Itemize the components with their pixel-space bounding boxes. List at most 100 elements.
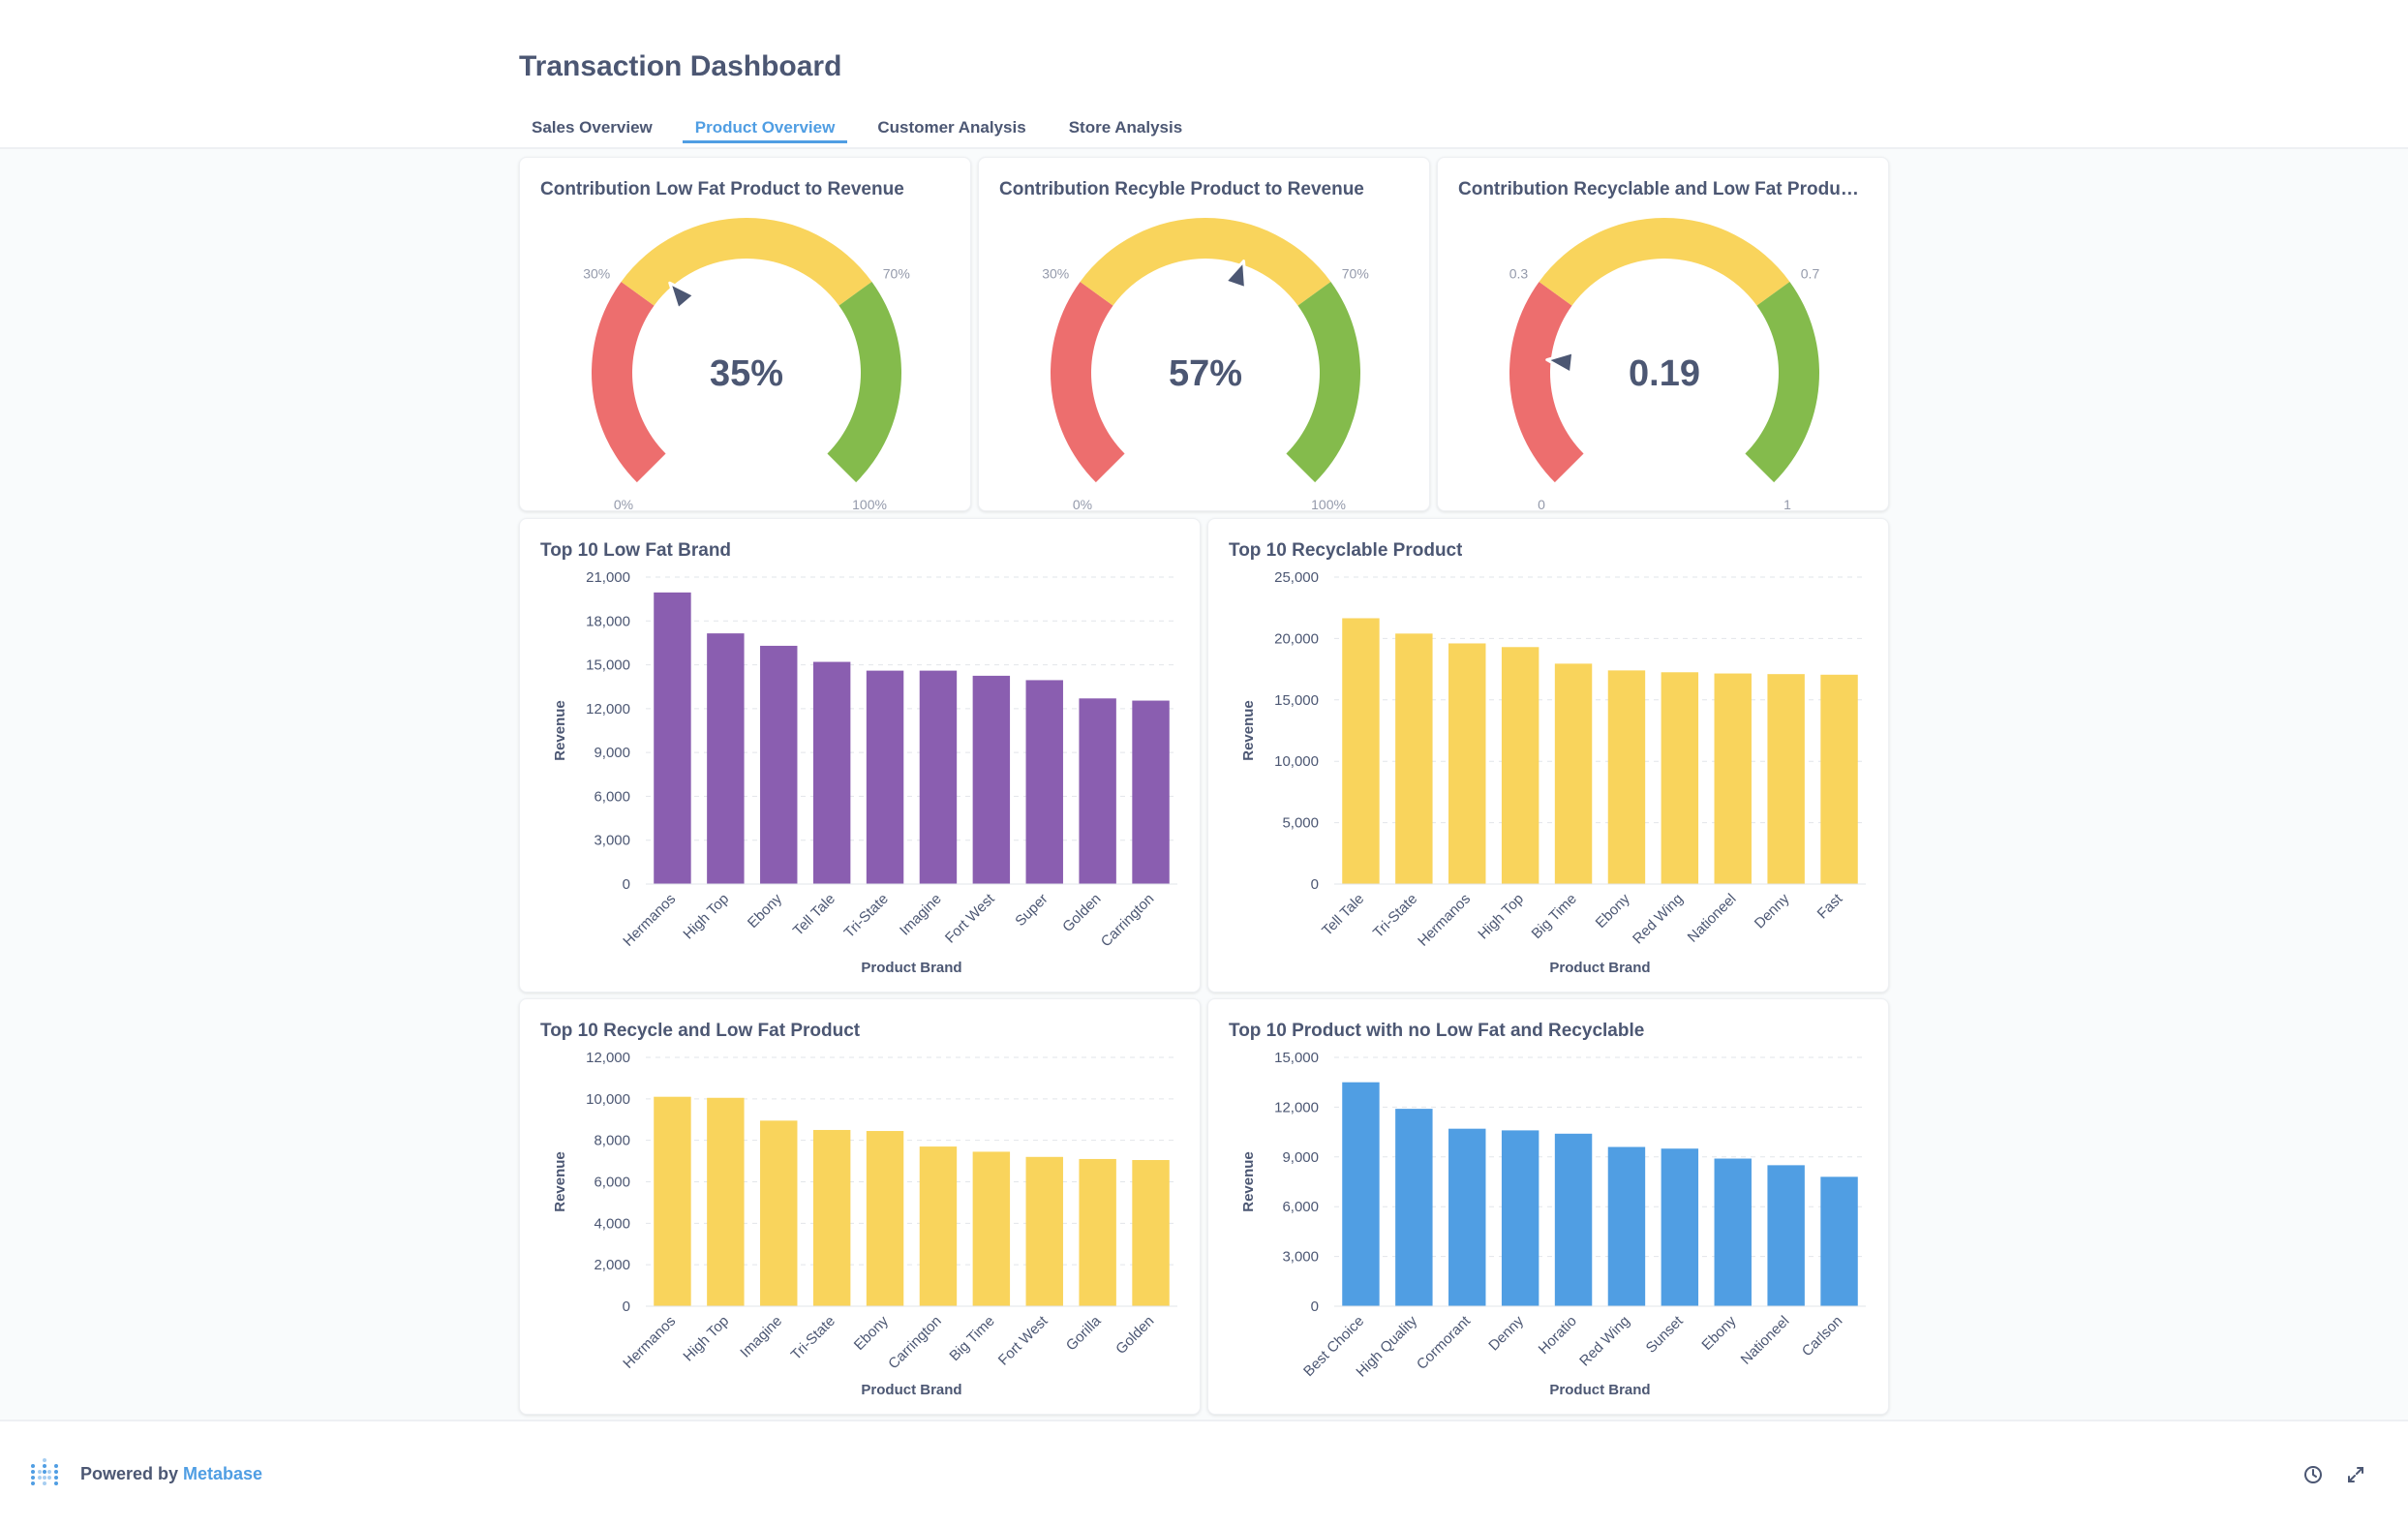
bar: [1132, 1160, 1170, 1306]
gauge-value: 57%: [1169, 353, 1242, 394]
x-tick-label: Ebony: [1593, 890, 1633, 931]
y-tick-label: 6,000: [594, 1175, 630, 1191]
bar: [866, 1131, 904, 1306]
bar: [972, 675, 1011, 884]
gauge-segment-high: [1286, 281, 1360, 483]
clock-icon[interactable]: [2302, 1464, 2324, 1485]
bar: [1342, 1082, 1380, 1306]
gauge-card-recyclable[interactable]: Contribution Recyble Product to Revenue …: [978, 157, 1430, 512]
y-tick-label: 12,000: [1274, 1099, 1319, 1115]
x-tick-label: Tell Tale: [1319, 891, 1367, 939]
gauge-segment-high: [1745, 281, 1819, 483]
x-tick-label: High Top: [1475, 891, 1527, 943]
y-tick-label: 10,000: [586, 1091, 630, 1108]
gauge-segment-mid: [1539, 218, 1790, 306]
x-tick-label: Tri-State: [788, 1313, 838, 1363]
x-tick-label: Fort West: [942, 890, 998, 946]
x-tick-label: Hermanos: [1415, 891, 1474, 950]
tab-customer-analysis[interactable]: Customer Analysis: [865, 114, 1038, 143]
x-tick-label: Denny: [1752, 890, 1793, 931]
x-tick-label: Ebony: [1698, 1312, 1739, 1353]
x-tick-label: High Top: [680, 1313, 732, 1365]
bar: [1607, 670, 1646, 884]
y-tick-label: 4,000: [594, 1215, 630, 1232]
bar: [1661, 1148, 1699, 1306]
gauge-segment-low: [1051, 281, 1125, 483]
bar: [972, 1151, 1011, 1306]
bar: [654, 1096, 691, 1306]
x-tick-label: Nationeel: [1685, 891, 1740, 946]
powered-by-label: Powered by: [80, 1464, 184, 1483]
x-tick-label: Nationeel: [1738, 1313, 1793, 1368]
bar-chart-no-low-fat-recyclable: 03,0006,0009,00012,00015,000Best ChoiceH…: [1240, 1050, 1866, 1398]
y-tick-label: 2,000: [594, 1257, 630, 1273]
powered-by-text: Powered by Metabase: [80, 1464, 262, 1484]
bar: [1342, 618, 1380, 884]
gauge-card-low-fat[interactable]: Contribution Low Fat Product to Revenue …: [519, 157, 971, 512]
y-tick-label: 9,000: [1282, 1149, 1319, 1166]
bar-chart-recycle-low-fat: 0 2,000 4,000 6,000 8,000 10,000 12,000 Hermano…: [552, 1050, 1177, 1398]
bar: [760, 1120, 798, 1306]
tab-store-analysis[interactable]: Store Analysis: [1056, 114, 1195, 143]
metabase-link[interactable]: Metabase: [183, 1464, 262, 1483]
x-tick-label: Super: [1012, 891, 1051, 930]
tab-sales-overview[interactable]: Sales Overview: [519, 114, 665, 143]
chart-card-low-fat-brand[interactable]: Top 10 Low Fat Brand 0 3,000 6,000 9,000 12,…: [519, 518, 1201, 993]
bar-chart-recyclable-product: 0 5,000 10,000 15,000 20,000 25,000 Tell Tale T…: [1240, 569, 1866, 976]
dashboard-title: Transaction Dashboard: [519, 50, 842, 82]
bar: [1820, 1176, 1858, 1306]
y-tick-label: 0: [623, 876, 630, 893]
gauge-value: 0.19: [1629, 353, 1700, 394]
x-tick-label: Tell Tale: [790, 891, 838, 939]
bar: [1501, 1130, 1539, 1306]
bar-chart-low-fat-brand: 0 3,000 6,000 9,000 12,000 15,000 18,000 21,000…: [552, 569, 1177, 976]
gauge-low-fat: 0% 30% 70% 100% 35%: [583, 218, 910, 512]
bar: [1025, 1156, 1063, 1306]
gauge-pointer: [1224, 260, 1248, 290]
bar: [1501, 647, 1539, 884]
x-tick-label: Imagine: [897, 891, 945, 939]
gauge-segment-high: [827, 281, 901, 483]
expand-icon[interactable]: [2345, 1464, 2366, 1485]
x-tick-label: Red Wing: [1630, 891, 1687, 948]
gauge-value: 35%: [710, 353, 783, 394]
gauge-segment-label: 100%: [1311, 497, 1346, 512]
gauge-segment-low: [1509, 281, 1584, 483]
x-tick-label: Red Wing: [1576, 1313, 1633, 1370]
bar: [1079, 698, 1116, 884]
y-tick-label: 5,000: [1282, 815, 1319, 832]
gauge-segment-label: 30%: [583, 266, 610, 282]
chart-card-no-low-fat-recyclable[interactable]: Top 10 Product with no Low Fat and Recyc…: [1207, 998, 1889, 1415]
gauge-recyclable-low-fat: 0 0.3 0.7 1 0.19: [1509, 218, 1819, 512]
metabase-logo-icon: [31, 1458, 58, 1485]
gauge-segment-label: 70%: [883, 266, 910, 282]
x-tick-label: Hermanos: [620, 1313, 679, 1372]
x-tick-label: Fort West: [995, 1312, 1052, 1368]
bar: [812, 661, 851, 884]
x-tick-label: Fast: [1814, 890, 1846, 922]
x-tick-label: High Top: [680, 891, 732, 943]
gauge-card-recyclable-low-fat[interactable]: Contribution Recyclable and Low Fat Prod…: [1437, 157, 1889, 512]
y-tick-label: 18,000: [586, 613, 630, 629]
tab-product-overview[interactable]: Product Overview: [682, 114, 848, 143]
x-axis-title: Product Brand: [1549, 1382, 1650, 1398]
x-tick-label: Ebony: [851, 1312, 892, 1353]
y-axis-title: Revenue: [1240, 700, 1257, 761]
gauge-segment-label: 0%: [1073, 497, 1092, 512]
x-tick-label: Ebony: [745, 890, 785, 931]
x-tick-label: Golden: [1059, 891, 1104, 935]
y-tick-label: 25,000: [1274, 569, 1319, 586]
y-axis-title: Revenue: [552, 700, 568, 761]
bar: [1820, 674, 1858, 884]
chart-card-recyclable-product[interactable]: Top 10 Recyclable Product 0 5,000 10,000 15…: [1207, 518, 1889, 993]
bar: [1767, 674, 1805, 884]
y-axis-title: Revenue: [552, 1151, 568, 1212]
x-axis-title: Product Brand: [861, 1382, 961, 1398]
y-tick-label: 3,000: [1282, 1249, 1319, 1266]
y-tick-label: 15,000: [586, 657, 630, 674]
gauge-segment-label: 30%: [1042, 266, 1069, 282]
x-tick-label: Golden: [1113, 1313, 1157, 1358]
chart-card-recycle-low-fat[interactable]: Top 10 Recycle and Low Fat Product 0 2,00…: [519, 998, 1201, 1415]
bar: [1079, 1158, 1116, 1306]
bar: [812, 1129, 851, 1306]
